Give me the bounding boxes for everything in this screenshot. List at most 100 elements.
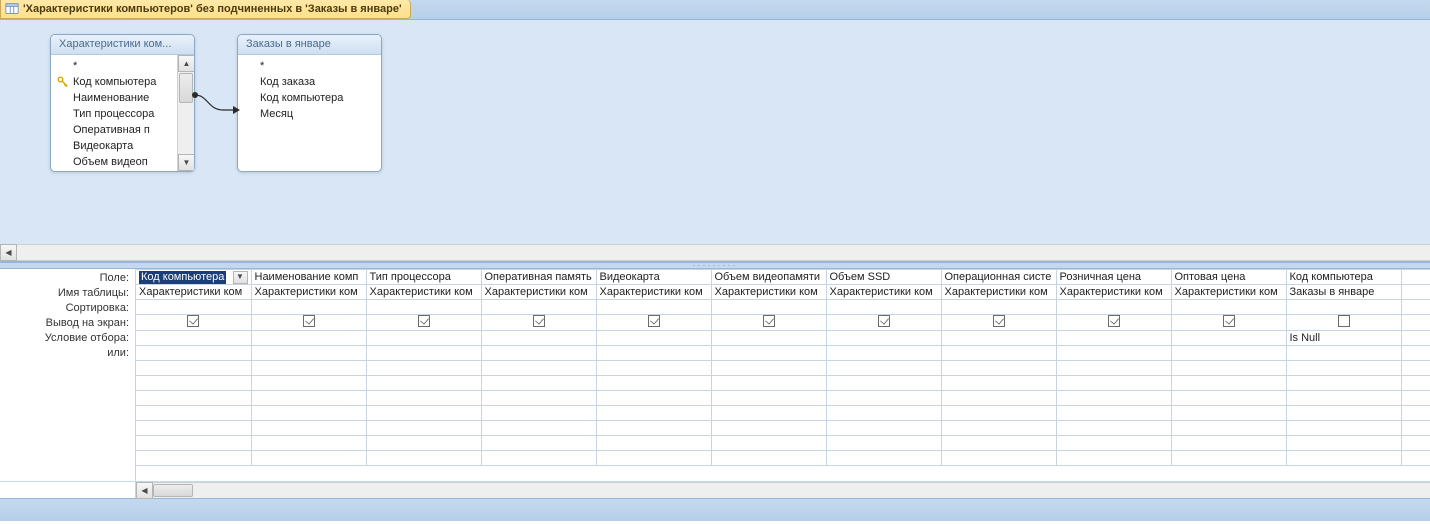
grid-cell[interactable]: Объем видеопамяти <box>711 270 826 285</box>
grid-cell[interactable] <box>711 331 826 346</box>
grid-cell[interactable] <box>596 300 711 315</box>
show-checkbox[interactable] <box>1108 315 1120 327</box>
grid-cell[interactable] <box>711 451 826 466</box>
grid-cell[interactable] <box>596 391 711 406</box>
grid-cell[interactable]: Характеристики ком <box>711 285 826 300</box>
grid-cell[interactable] <box>1056 406 1171 421</box>
grid-cell[interactable] <box>366 421 481 436</box>
grid-cell[interactable] <box>941 391 1056 406</box>
grid-hscroll-thumb[interactable] <box>153 484 193 497</box>
grid-cell[interactable] <box>136 300 251 315</box>
show-checkbox[interactable] <box>187 315 199 327</box>
grid-cell[interactable] <box>1171 436 1286 451</box>
show-checkbox[interactable] <box>648 315 660 327</box>
grid-cell[interactable] <box>596 315 711 331</box>
grid-cell[interactable] <box>596 331 711 346</box>
grid-cell[interactable] <box>366 315 481 331</box>
grid-cell[interactable] <box>1286 300 1401 315</box>
scroll-down[interactable]: ▼ <box>178 154 194 171</box>
grid-cell[interactable] <box>1401 391 1430 406</box>
grid-cell[interactable] <box>1171 376 1286 391</box>
grid-cell[interactable] <box>711 346 826 361</box>
grid-cell[interactable]: Характеристики ком <box>1171 285 1286 300</box>
scrollbar-left[interactable]: ▲ ▼ <box>177 55 194 171</box>
grid-cell[interactable] <box>1286 391 1401 406</box>
grid-cell[interactable] <box>481 406 596 421</box>
grid-hscroll[interactable]: ◀ <box>0 481 1430 498</box>
grid-cell[interactable] <box>1056 391 1171 406</box>
table-box-right[interactable]: Заказы в январе *Код заказаКод компьютер… <box>237 34 382 172</box>
grid-cell[interactable]: Код компьютера▼ <box>136 270 251 285</box>
grid-cell[interactable] <box>366 346 481 361</box>
grid-cell[interactable] <box>1401 361 1430 376</box>
grid-cell[interactable] <box>481 376 596 391</box>
grid-cell[interactable] <box>136 436 251 451</box>
grid-cell[interactable] <box>1401 315 1430 331</box>
grid-cell[interactable] <box>826 376 941 391</box>
grid-cell[interactable] <box>251 436 366 451</box>
grid-cell[interactable] <box>366 300 481 315</box>
grid-cell[interactable] <box>366 376 481 391</box>
grid-cell[interactable] <box>1401 436 1430 451</box>
query-tab[interactable]: 'Характеристики компьютеров' без подчине… <box>0 0 411 19</box>
field-item[interactable]: Месяц <box>238 106 381 122</box>
grid-cell[interactable] <box>711 361 826 376</box>
grid-cell[interactable] <box>596 451 711 466</box>
grid-cell[interactable] <box>1171 315 1286 331</box>
grid-cell[interactable] <box>826 346 941 361</box>
field-item[interactable]: Код компьютера <box>51 74 194 90</box>
table-title-right[interactable]: Заказы в январе <box>238 35 381 55</box>
grid-cell[interactable] <box>826 421 941 436</box>
grid-cell[interactable] <box>481 436 596 451</box>
grid-cell[interactable]: Наименование комп <box>251 270 366 285</box>
grid-cell[interactable] <box>1401 346 1430 361</box>
grid-cell[interactable] <box>1286 406 1401 421</box>
grid-cell[interactable] <box>251 406 366 421</box>
field-item[interactable]: Тип процессора <box>51 106 194 122</box>
hscroll-track[interactable] <box>17 244 1430 261</box>
grid-cell[interactable] <box>481 346 596 361</box>
grid-cell[interactable] <box>481 421 596 436</box>
grid-cell[interactable] <box>1401 406 1430 421</box>
grid-cell[interactable] <box>826 331 941 346</box>
grid-cell[interactable] <box>1056 436 1171 451</box>
grid-cell[interactable] <box>251 451 366 466</box>
grid-cell[interactable] <box>596 421 711 436</box>
diagram-hscroll[interactable]: ◀ <box>0 244 1430 261</box>
grid-cell[interactable] <box>481 391 596 406</box>
grid-cell[interactable] <box>711 300 826 315</box>
grid-cell[interactable] <box>251 421 366 436</box>
grid-cell[interactable] <box>136 315 251 331</box>
field-item[interactable]: * <box>51 58 194 74</box>
grid-cell[interactable] <box>826 451 941 466</box>
grid-cell[interactable] <box>826 391 941 406</box>
grid-cell[interactable] <box>481 300 596 315</box>
scroll-thumb[interactable] <box>179 73 193 103</box>
grid-cell[interactable] <box>136 361 251 376</box>
grid-hscroll-track[interactable] <box>153 482 1430 498</box>
grid-cell[interactable] <box>1286 315 1401 331</box>
grid-cell[interactable]: Характеристики ком <box>136 285 251 300</box>
grid-cell[interactable] <box>1056 346 1171 361</box>
grid-cell[interactable] <box>1286 421 1401 436</box>
grid-cell[interactable] <box>1286 346 1401 361</box>
show-checkbox[interactable] <box>878 315 890 327</box>
grid-cell[interactable] <box>1056 361 1171 376</box>
grid-cell[interactable] <box>941 331 1056 346</box>
grid-cell[interactable] <box>711 406 826 421</box>
grid-cell[interactable] <box>1286 376 1401 391</box>
grid-cell[interactable] <box>1056 300 1171 315</box>
grid-cell[interactable]: Оперативная память <box>481 270 596 285</box>
grid-cell[interactable] <box>251 346 366 361</box>
grid-cell[interactable] <box>596 436 711 451</box>
show-checkbox[interactable] <box>1338 315 1350 327</box>
grid-cell[interactable] <box>711 421 826 436</box>
grid-cell[interactable] <box>136 406 251 421</box>
grid-cell[interactable] <box>251 331 366 346</box>
grid-cell[interactable] <box>1401 376 1430 391</box>
diagram-area[interactable]: Характеристики ком... *Код компьютераНаи… <box>0 20 1430 262</box>
grid-cell[interactable]: Характеристики ком <box>596 285 711 300</box>
field-item[interactable]: * <box>238 58 381 74</box>
grid-cell[interactable] <box>366 391 481 406</box>
grid-cell[interactable] <box>941 376 1056 391</box>
